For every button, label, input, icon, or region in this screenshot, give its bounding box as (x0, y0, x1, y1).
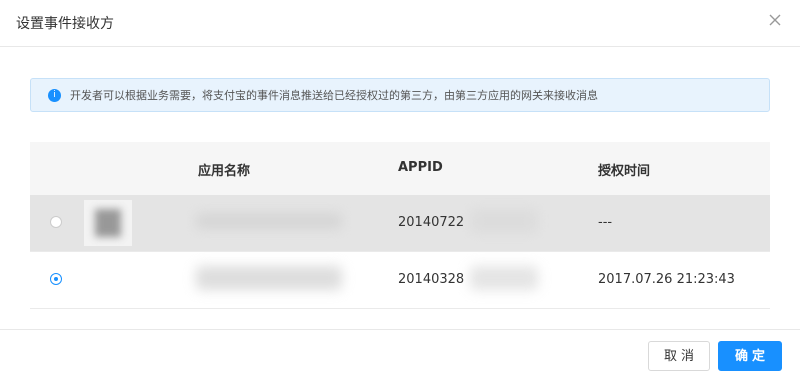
header-appid: APPID (398, 160, 443, 175)
dialog-title: 设置事件接收方 (16, 16, 114, 32)
appid-cell: 20140328 (398, 272, 465, 287)
app-name-redacted (196, 213, 342, 229)
info-icon: i (48, 89, 61, 102)
header-app-name: 应用名称 (198, 164, 251, 179)
dialog-header: 设置事件接收方 (0, 0, 800, 47)
confirm-button[interactable]: 确定 (718, 341, 782, 371)
info-text: 开发者可以根据业务需要，将支付宝的事件消息推送给已经授权过的第三方，由第三方应用… (70, 89, 598, 102)
info-alert: i 开发者可以根据业务需要，将支付宝的事件消息推送给已经授权过的第三方，由第三方… (30, 78, 770, 112)
event-receiver-dialog: 设置事件接收方 i 开发者可以根据业务需要，将支付宝的事件消息推送给已经授权过的… (0, 0, 800, 379)
header-auth-time: 授权时间 (598, 164, 651, 179)
app-logo (84, 200, 132, 246)
table-header: 应用名称 APPID 授权时间 (30, 142, 770, 195)
appid-redacted (470, 209, 538, 233)
auth-time-cell: --- (598, 215, 613, 230)
table-row[interactable]: 20140722 --- (30, 195, 770, 252)
app-name-redacted (196, 266, 342, 290)
cancel-button[interactable]: 取消 (648, 341, 710, 371)
row-radio-checked[interactable] (50, 273, 62, 285)
appid-cell: 20140722 (398, 215, 465, 230)
auth-time-cell: 2017.07.26 21:23:43 (598, 272, 735, 287)
row-radio[interactable] (50, 216, 62, 228)
table-row[interactable]: 20140328 2017.07.26 21:23:43 (30, 252, 770, 309)
close-icon[interactable] (767, 12, 783, 28)
appid-redacted (470, 266, 538, 290)
dialog-footer: 取消 确定 (0, 329, 800, 380)
